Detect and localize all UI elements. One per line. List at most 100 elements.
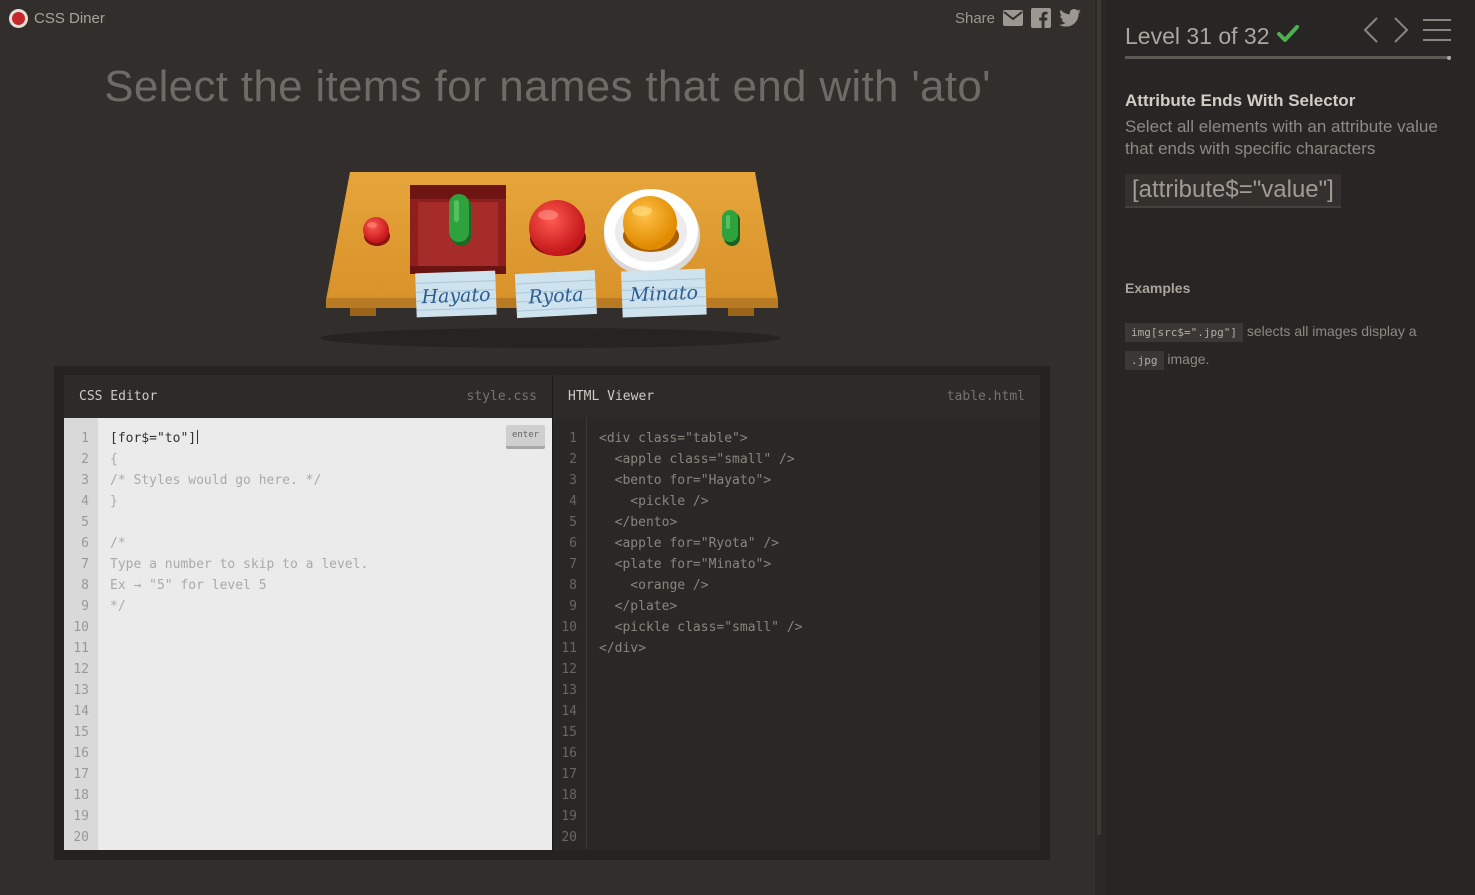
css-editor-title: CSS Editor [79, 389, 158, 404]
line-number: 2 [569, 452, 577, 467]
line-number: 12 [561, 662, 577, 677]
dining-table: Hayato Ryota Minato [300, 160, 800, 360]
line-number: 14 [73, 704, 89, 719]
line-number: 19 [73, 809, 89, 824]
enter-button[interactable]: enter [506, 425, 545, 449]
name-card-hayato: Hayato [415, 270, 497, 318]
line-number: 10 [561, 620, 577, 635]
example-code: img[src$=".jpg"] [1125, 323, 1243, 342]
code-line: /* [110, 536, 126, 551]
twitter-icon[interactable] [1059, 9, 1081, 27]
markup-line: <pickle /> [599, 494, 709, 509]
progress-indicator [1447, 56, 1451, 60]
table-leg-right [728, 308, 754, 316]
example: img[src$=".jpg"] selects all images disp… [1125, 318, 1455, 374]
line-number: 11 [561, 641, 577, 656]
line-number: 8 [569, 578, 577, 593]
logo[interactable]: CSS Diner [9, 9, 105, 28]
line-number: 18 [561, 788, 577, 803]
markup-line: <apple for="Ryota" /> [599, 536, 780, 551]
example-code-ext: .jpg [1125, 351, 1164, 370]
css-editor-filename: style.css [466, 389, 537, 404]
code-line: Type a number to skip to a level. [110, 557, 369, 572]
name-label-hayato: Hayato [420, 284, 491, 308]
markup-line: </div> [599, 641, 646, 656]
share-label: Share [954, 9, 995, 27]
line-number: 5 [81, 515, 89, 530]
app-name: CSS Diner [34, 10, 105, 27]
level-header: Level 31 of 32 [1125, 17, 1451, 60]
markup-line: <pickle class="small" /> [599, 620, 803, 635]
line-number: 4 [81, 494, 89, 509]
css-editor-header: CSS Editor style.css [64, 375, 552, 418]
game-area: CSS Diner Share Select the items for nam… [0, 0, 1095, 895]
markup-line: </bento> [599, 515, 678, 530]
level-nav [1363, 17, 1451, 48]
line-number: 18 [73, 788, 89, 803]
line-number: 6 [81, 536, 89, 551]
line-number: 13 [561, 683, 577, 698]
name-card-ryota: Ryota [514, 269, 597, 319]
line-number: 15 [561, 725, 577, 740]
markup-line: <div class="table"> [599, 431, 748, 446]
markup-line: <orange /> [599, 578, 709, 593]
html-code: <div class="table"> <apple class="small"… [599, 428, 803, 659]
markup-line: <apple class="small" /> [599, 452, 795, 467]
html-line-numbers: 1 2 3 4 5 6 7 8 9 10 11 12 13 14 15 16 17 18 19 20 [553, 418, 587, 850]
code-line: */ [110, 599, 126, 614]
line-number: 5 [569, 515, 577, 530]
css-input[interactable]: [for$="to"] [110, 428, 368, 449]
code-line: } [110, 494, 118, 509]
level-instruction: Select the items for names that end with… [104, 62, 991, 111]
line-number: 15 [73, 725, 89, 740]
selector-name: Attribute Ends With Selector [1125, 91, 1356, 110]
html-viewer-title: HTML Viewer [568, 389, 655, 404]
line-number: 8 [81, 578, 89, 593]
css-input-value[interactable]: [for$="to"] [110, 431, 196, 446]
line-number: 17 [561, 767, 577, 782]
line-number: 7 [81, 557, 89, 572]
line-number: 2 [81, 452, 89, 467]
css-code: [for$="to"] {/* Styles would go here. */}… [110, 428, 368, 617]
text-cursor [197, 430, 199, 444]
line-number: 16 [73, 746, 89, 761]
html-viewer: HTML Viewer table.html 1 2 3 4 5 6 7 8 9 10 11 12 13… [552, 375, 1040, 850]
line-number: 3 [569, 473, 577, 488]
markup-line: </plate> [599, 599, 678, 614]
panel-divider[interactable] [1095, 0, 1105, 895]
sidebar: Level 31 of 32 Attribute Ends With Selec… [1105, 0, 1475, 895]
menu-icon[interactable] [1423, 18, 1451, 47]
css-line-numbers: 1 2 3 4 5 6 7 8 9 10 11 12 13 14 15 16 17 18 19 20 [64, 418, 98, 850]
line-number: 16 [561, 746, 577, 761]
checkmark-icon [1276, 25, 1299, 48]
facebook-icon[interactable] [1031, 8, 1051, 28]
selector-description: Select all elements with an attribute va… [1125, 117, 1438, 158]
line-number: 6 [569, 536, 577, 551]
line-number: 14 [561, 704, 577, 719]
line-number: 10 [73, 620, 89, 635]
table-leg-left [350, 308, 376, 316]
line-number: 11 [73, 641, 89, 656]
line-number: 9 [569, 599, 577, 614]
selector-syntax: [attribute$="value"] [1125, 174, 1341, 208]
mail-icon[interactable] [1003, 10, 1023, 26]
css-editor-body: 1 2 3 4 5 6 7 8 9 10 11 12 13 14 15 16 17 18 19 20 [for$="t… [64, 418, 552, 850]
line-number: 17 [73, 767, 89, 782]
example-text: selects all images display a [1246, 323, 1417, 339]
code-line: Ex → "5" for level 5 [110, 578, 267, 593]
name-label-ryota: Ryota [527, 284, 584, 309]
example-text-end: image. [1167, 351, 1210, 367]
line-number: 7 [569, 557, 577, 572]
next-level-icon[interactable] [1393, 17, 1409, 48]
previous-level-icon[interactable] [1363, 17, 1379, 48]
small-pickle [722, 210, 740, 246]
line-number: 19 [561, 809, 577, 824]
line-number: 9 [81, 599, 89, 614]
editor-panel: CSS Editor style.css 1 2 3 4 5 6 7 8 9 10 11 12 13 14… [54, 366, 1050, 860]
html-viewer-body: 1 2 3 4 5 6 7 8 9 10 11 12 13 14 15 16 17 18 19 20 <div cla… [553, 418, 1040, 850]
level-title: Level 31 of 32 [1125, 23, 1270, 49]
pickle [449, 194, 471, 246]
markup-line: <plate for="Minato"> [599, 557, 772, 572]
line-number: 20 [73, 830, 89, 845]
